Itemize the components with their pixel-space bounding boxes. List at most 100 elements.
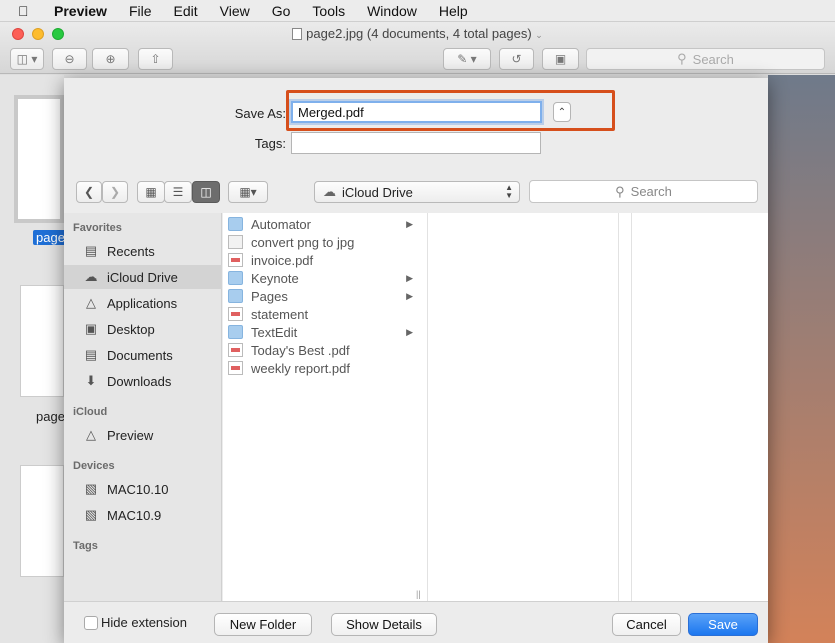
menu-view[interactable]: View xyxy=(220,3,250,19)
icon-view-button[interactable]: ▦ xyxy=(137,181,165,203)
column-divider[interactable] xyxy=(618,213,619,601)
rotate-icon: ↺ xyxy=(511,52,522,66)
documents-icon: ▤ xyxy=(84,347,98,362)
list-view-button[interactable]: ☰ xyxy=(164,181,192,203)
menu-edit[interactable]: Edit xyxy=(174,3,198,19)
location-popup[interactable]: ☁ iCloud Drive ▲ ▼ xyxy=(314,181,520,203)
tags-section-title: Tags xyxy=(73,540,98,552)
workflow-icon xyxy=(228,235,243,249)
file-item-automator[interactable]: Automator ▶ xyxy=(228,215,413,233)
save-as-field[interactable] xyxy=(291,101,542,123)
share-button[interactable]: ⇧ xyxy=(138,48,173,70)
grid-icon: ▦ xyxy=(145,185,157,199)
back-button[interactable]: ❮ xyxy=(76,181,102,203)
arrange-icon: ▦▾ xyxy=(239,185,257,199)
search-icon: ⚲ xyxy=(677,51,687,66)
list-icon: ☰ xyxy=(172,185,184,199)
expand-dialog-button[interactable]: ⌃ xyxy=(553,102,571,122)
dialog-search-field[interactable]: ⚲ Search xyxy=(529,180,758,203)
search-icon: ⚲ xyxy=(615,183,625,199)
disk-icon: ▧ xyxy=(84,481,98,496)
save-button[interactable]: Save xyxy=(688,613,758,636)
pdf-icon xyxy=(228,343,243,357)
column-divider[interactable] xyxy=(631,213,632,601)
zoom-out-button[interactable]: ⊖ xyxy=(52,48,87,70)
popup-arrows-icon: ▲ ▼ xyxy=(505,183,513,200)
disk-icon: ▧ xyxy=(84,507,98,522)
devices-section-title: Devices xyxy=(73,460,115,472)
menu-tools[interactable]: Tools xyxy=(312,3,345,19)
menu-file[interactable]: File xyxy=(129,3,152,19)
file-item-keynote[interactable]: Keynote ▶ xyxy=(228,269,413,287)
title-bar: page2.jpg (4 documents, 4 total pages) ⌄… xyxy=(0,22,835,74)
menu-window[interactable]: Window xyxy=(367,3,417,19)
column-view-button[interactable]: ◫ xyxy=(192,181,220,203)
sidebar-item-desktop[interactable]: ▣ Desktop xyxy=(64,317,222,341)
sidebar-item-mac1010[interactable]: ▧ MAC10.10 xyxy=(64,477,222,501)
applications-icon: △ xyxy=(86,295,96,310)
markup-button[interactable]: ✎ ▾ xyxy=(443,48,491,70)
menu-bar:  Preview File Edit View Go Tools Window… xyxy=(0,0,835,22)
file-item-todays-best[interactable]: Today's Best .pdf xyxy=(228,341,413,359)
file-item-convert-png-to-jpg[interactable]: convert png to jpg xyxy=(228,233,413,251)
sidebar-item-recents[interactable]: ▤ Recents xyxy=(64,239,222,263)
page-thumbnail[interactable] xyxy=(20,465,64,577)
sidebar-item-downloads[interactable]: ⬇ Downloads xyxy=(64,369,222,393)
rotate-button[interactable]: ↺ xyxy=(499,48,534,70)
new-folder-button[interactable]: New Folder xyxy=(214,613,312,636)
page-thumbnail[interactable] xyxy=(14,95,64,223)
tags-field[interactable] xyxy=(291,132,541,154)
menu-preview[interactable]: Preview xyxy=(54,3,107,19)
hide-extension-label: Hide extension xyxy=(101,615,187,630)
apple-logo-icon[interactable]:  xyxy=(18,3,32,19)
folder-icon xyxy=(228,217,243,231)
column-resize-handle[interactable]: || xyxy=(416,589,421,599)
sidebar-item-mac109[interactable]: ▧ MAC10.9 xyxy=(64,503,222,527)
thumbnail-sidebar: page page xyxy=(0,75,68,643)
file-item-pages[interactable]: Pages ▶ xyxy=(228,287,413,305)
save-as-label: Save As: xyxy=(234,106,286,121)
desktop-icon: ▣ xyxy=(84,321,98,336)
page-thumbnail[interactable] xyxy=(20,285,64,397)
menu-help[interactable]: Help xyxy=(439,3,468,19)
sidebar-item-icloud-drive[interactable]: ☁ iCloud Drive xyxy=(64,265,222,289)
sidebar-icon: ◫ ▾ xyxy=(16,52,38,66)
cancel-button[interactable]: Cancel xyxy=(612,613,681,636)
disclosure-arrow-icon: ▶ xyxy=(406,272,413,283)
columns-icon: ◫ xyxy=(200,185,212,199)
thumbnail-label: page xyxy=(33,230,68,245)
window-title[interactable]: page2.jpg (4 documents, 4 total pages) ⌄ xyxy=(0,26,835,41)
file-item-invoice[interactable]: invoice.pdf xyxy=(228,251,413,269)
forward-button[interactable]: ❯ xyxy=(102,181,128,203)
recents-icon: ▤ xyxy=(84,243,98,258)
sidebar-item-preview[interactable]: △ Preview xyxy=(64,423,222,447)
document-icon xyxy=(292,28,303,40)
chevron-right-icon: ❯ xyxy=(109,185,121,199)
chevron-down-icon: ⌄ xyxy=(535,30,543,40)
window-search-field[interactable]: ⚲ Search xyxy=(586,48,825,70)
file-item-statement[interactable]: statement xyxy=(228,305,413,323)
disclosure-arrow-icon: ▶ xyxy=(406,218,413,229)
toolbox-button[interactable]: ▣ xyxy=(542,48,579,70)
show-details-button[interactable]: Show Details xyxy=(331,613,437,636)
share-icon: ⇧ xyxy=(150,52,161,66)
sidebar-item-documents[interactable]: ▤ Documents xyxy=(64,343,222,367)
favorites-section-title: Favorites xyxy=(73,222,122,234)
disclosure-arrow-icon: ▶ xyxy=(406,326,413,337)
zoom-out-icon: ⊖ xyxy=(64,52,75,66)
arrange-button[interactable]: ▦▾ xyxy=(228,181,268,203)
file-item-textedit[interactable]: TextEdit ▶ xyxy=(228,323,413,341)
zoom-in-button[interactable]: ⊕ xyxy=(92,48,129,70)
dialog-bottom-bar: Hide extension New Folder Show Details C… xyxy=(64,601,768,643)
pdf-icon xyxy=(228,307,243,321)
menu-go[interactable]: Go xyxy=(272,3,291,19)
sidebar-item-applications[interactable]: △ Applications xyxy=(64,291,222,315)
icloud-section-title: iCloud xyxy=(73,406,108,418)
zoom-in-icon: ⊕ xyxy=(105,52,116,66)
sidebar-view-button[interactable]: ◫ ▾ xyxy=(10,48,44,70)
file-item-weekly-report[interactable]: weekly report.pdf xyxy=(228,359,413,377)
hide-extension-checkbox[interactable] xyxy=(84,616,98,630)
preview-app-icon: △ xyxy=(86,427,96,442)
cloud-icon: ☁ xyxy=(323,184,336,199)
column-divider[interactable] xyxy=(427,213,428,601)
